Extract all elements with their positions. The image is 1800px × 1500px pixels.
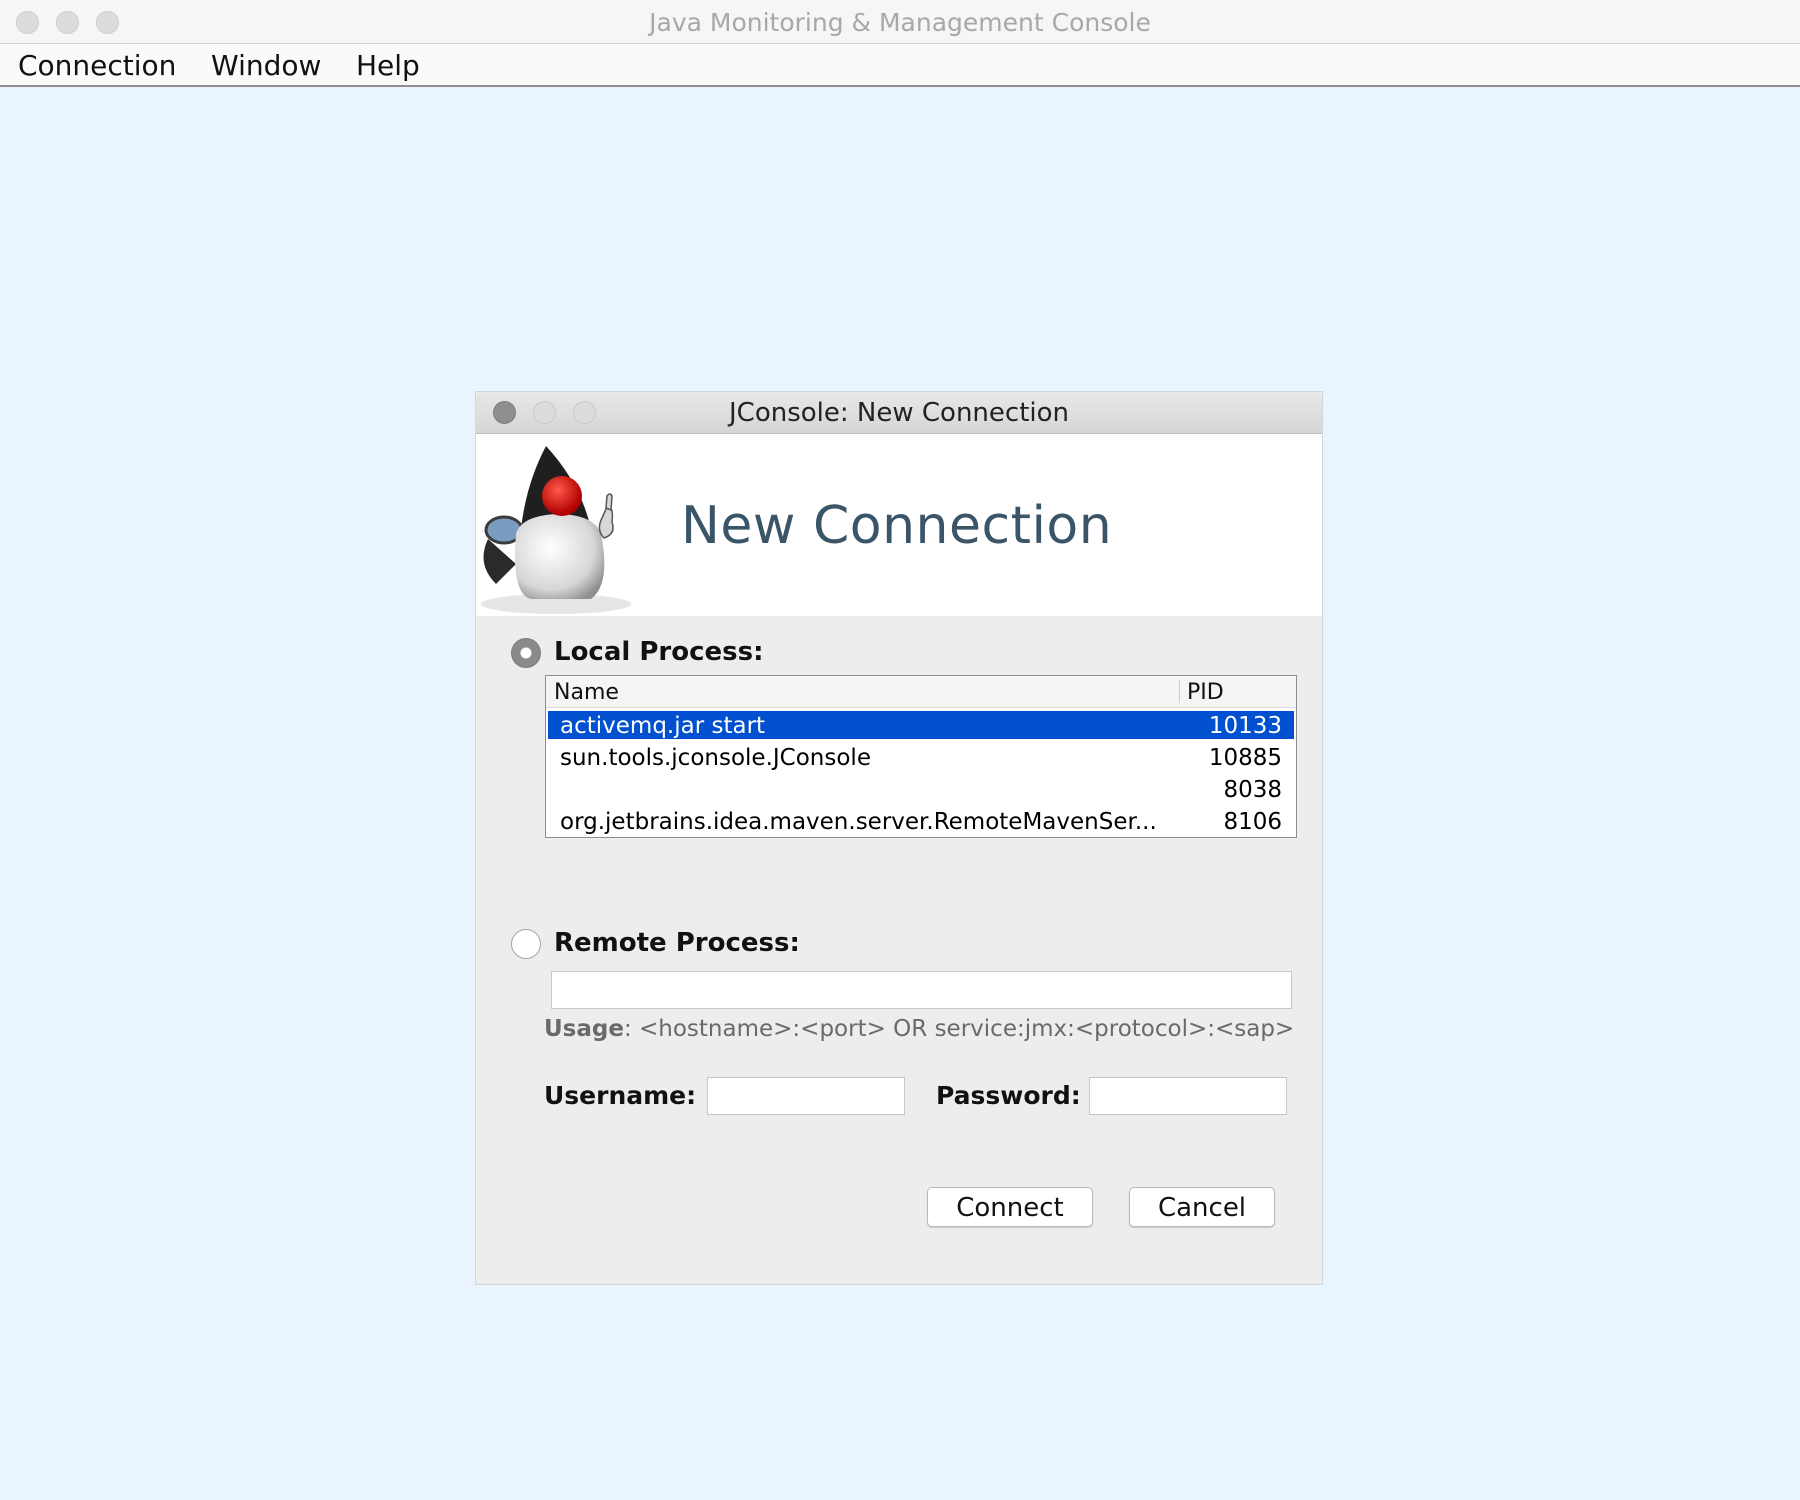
remote-process-label: Remote Process: [554, 928, 800, 958]
table-row[interactable]: activemq.jar start 10133 [548, 711, 1294, 739]
process-pid: 10133 [1208, 713, 1282, 739]
cancel-button[interactable]: Cancel [1129, 1187, 1275, 1227]
column-header-name[interactable]: Name [554, 676, 619, 707]
process-pid: 10885 [1208, 745, 1282, 771]
dialog-title: JConsole: New Connection [729, 398, 1069, 428]
banner-title: New Connection [681, 496, 1113, 556]
menu-connection[interactable]: Connection [18, 44, 176, 85]
username-field[interactable] [707, 1077, 905, 1115]
username-label: Username: [544, 1081, 697, 1110]
main-title-bar: Java Monitoring & Management Console [0, 0, 1800, 44]
menu-window[interactable]: Window [211, 44, 321, 85]
menu-bar: Connection Window Help [0, 44, 1800, 87]
table-row[interactable]: sun.tools.jconsole.JConsole 10885 [548, 743, 1294, 771]
local-process-label: Local Process: [554, 637, 764, 667]
process-name: activemq.jar start [560, 713, 766, 739]
remote-process-input[interactable] [551, 971, 1292, 1009]
process-pid: 8038 [1223, 777, 1282, 803]
table-header: Name PID [546, 676, 1296, 708]
new-connection-dialog: JConsole: New Connection New Connection … [476, 392, 1322, 1284]
menu-help[interactable]: Help [356, 44, 420, 85]
usage-text: : <hostname>:<port> OR service:jmx:<prot… [623, 1016, 1295, 1042]
remote-usage-hint: Usage: <hostname>:<port> OR service:jmx:… [544, 1016, 1294, 1042]
connect-button[interactable]: Connect [927, 1187, 1093, 1227]
process-name: org.jetbrains.idea.maven.server.RemoteMa… [560, 809, 1157, 835]
process-pid: 8106 [1223, 809, 1282, 835]
duke-mascot-icon [481, 446, 631, 614]
table-row[interactable]: org.jetbrains.idea.maven.server.RemoteMa… [548, 807, 1294, 835]
password-label: Password: [936, 1081, 1081, 1110]
dialog-title-bar: JConsole: New Connection [476, 392, 1322, 434]
table-row[interactable]: 8038 [548, 775, 1294, 803]
remote-process-radio[interactable] [511, 929, 541, 959]
dialog-banner: New Connection [476, 434, 1322, 616]
window-title: Java Monitoring & Management Console [649, 8, 1151, 37]
process-name: sun.tools.jconsole.JConsole [560, 745, 871, 771]
column-divider [1179, 680, 1180, 703]
usage-bold-label: Usage [544, 1016, 624, 1042]
local-process-radio[interactable] [511, 638, 541, 668]
jconsole-app: Java Monitoring & Management Console Con… [0, 0, 1800, 1500]
password-field[interactable] [1089, 1077, 1287, 1115]
local-process-table[interactable]: Name PID activemq.jar start 10133 sun.to… [545, 675, 1297, 838]
column-header-pid[interactable]: PID [1187, 676, 1224, 707]
